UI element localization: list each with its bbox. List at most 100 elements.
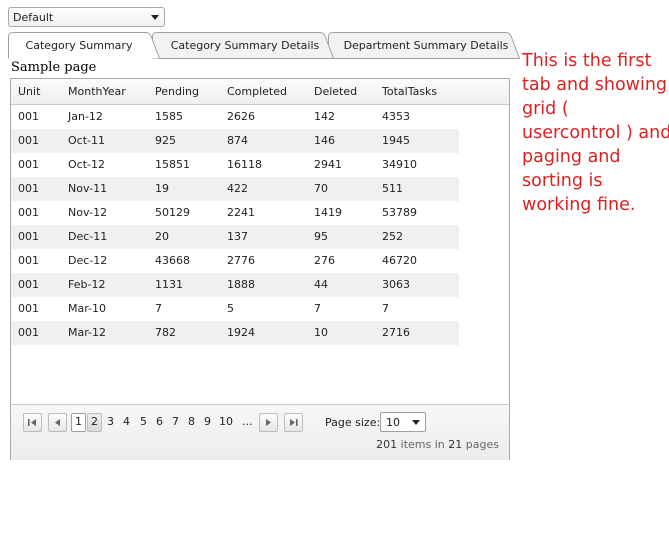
cell-completed: 874 <box>227 134 248 147</box>
prev-page-icon <box>55 419 60 426</box>
grid-header: Unit MonthYear Pending Completed Deleted… <box>11 79 509 105</box>
column-header-totaltasks[interactable]: TotalTasks <box>382 85 437 98</box>
cell-completed: 2626 <box>227 110 255 123</box>
page-number[interactable]: 2 <box>87 413 102 432</box>
prev-page-button[interactable] <box>48 413 67 432</box>
page-number[interactable]: 5 <box>140 415 147 428</box>
table-row[interactable]: 001 Feb-12 1131 1888 44 3063 <box>11 273 459 297</box>
cell-pending: 15851 <box>155 158 190 171</box>
column-header-deleted[interactable]: Deleted <box>314 85 357 98</box>
page-number-current[interactable]: 1 <box>71 413 86 432</box>
page-number[interactable]: 8 <box>188 415 195 428</box>
table-row[interactable]: 001 Nov-12 50129 2241 1419 53789 <box>11 201 459 225</box>
view-select[interactable]: Default <box>8 7 165 27</box>
page-size-select[interactable]: 10 <box>380 412 426 432</box>
next-page-icon <box>266 419 271 426</box>
tab-department-summary-details[interactable]: Department Summary Details <box>328 32 520 59</box>
page-size-label: Page size: <box>325 416 381 429</box>
tab-category-summary[interactable]: Category Summary <box>8 32 160 59</box>
next-page-button[interactable] <box>259 413 278 432</box>
chevron-down-icon <box>151 15 159 20</box>
table-row[interactable]: 001 Nov-11 19 422 70 511 <box>11 177 459 201</box>
page-number[interactable]: 9 <box>204 415 211 428</box>
cell-totaltasks: 46720 <box>382 254 417 267</box>
data-grid: Unit MonthYear Pending Completed Deleted… <box>10 78 510 460</box>
first-page-icon <box>28 419 36 426</box>
page-size-value: 10 <box>386 416 400 429</box>
cell-completed: 2776 <box>227 254 255 267</box>
table-row[interactable]: 001 Jan-12 1585 2626 142 4353 <box>11 105 459 129</box>
cell-totaltasks: 1945 <box>382 134 410 147</box>
cell-completed: 137 <box>227 230 248 243</box>
table-row[interactable]: 001 Mar-12 782 1924 10 2716 <box>11 321 459 345</box>
cell-completed: 1888 <box>227 278 255 291</box>
cell-completed: 1924 <box>227 326 255 339</box>
cell-monthyear: Dec-12 <box>68 254 108 267</box>
last-page-button[interactable] <box>284 413 303 432</box>
cell-unit: 001 <box>18 134 39 147</box>
cell-pending: 1131 <box>155 278 183 291</box>
tab-category-summary-details[interactable]: Category Summary Details <box>152 32 334 59</box>
cell-completed: 5 <box>227 302 234 315</box>
table-row[interactable]: 001 Dec-12 43668 2776 276 46720 <box>11 249 459 273</box>
table-row[interactable]: 001 Oct-11 925 874 146 1945 <box>11 129 459 153</box>
table-row[interactable]: 001 Oct-12 15851 16118 2941 34910 <box>11 153 459 177</box>
cell-deleted: 70 <box>314 182 328 195</box>
cell-unit: 001 <box>18 182 39 195</box>
column-header-completed[interactable]: Completed <box>227 85 287 98</box>
pager: 1 2 3 4 5 6 7 8 9 10 ... Page size: 10 2… <box>11 404 509 460</box>
page-number[interactable]: 10 <box>219 415 233 428</box>
cell-monthyear: Oct-12 <box>68 158 105 171</box>
cell-unit: 001 <box>18 110 39 123</box>
page-number[interactable]: 7 <box>172 415 179 428</box>
chevron-down-icon <box>412 420 420 425</box>
cell-monthyear: Jan-12 <box>68 110 103 123</box>
page-heading: Sample page <box>11 60 97 75</box>
cell-deleted: 95 <box>314 230 328 243</box>
tab-label: Category Summary Details <box>170 38 320 52</box>
cell-monthyear: Feb-12 <box>68 278 106 291</box>
view-select-value: Default <box>13 11 54 24</box>
first-page-button[interactable] <box>23 413 42 432</box>
tab-label: Category Summary <box>25 38 133 52</box>
table-row[interactable]: 001 Dec-11 20 137 95 252 <box>11 225 459 249</box>
pages-count: 21 <box>448 438 463 451</box>
page-number[interactable]: 3 <box>107 415 114 428</box>
cell-totaltasks: 252 <box>382 230 403 243</box>
table-row[interactable]: 001 Mar-10 7 5 7 7 <box>11 297 459 321</box>
column-header-pending[interactable]: Pending <box>155 85 199 98</box>
page-number[interactable]: 4 <box>123 415 130 428</box>
last-page-icon <box>290 419 298 426</box>
cell-completed: 16118 <box>227 158 262 171</box>
cell-monthyear: Mar-12 <box>68 326 107 339</box>
cell-totaltasks: 7 <box>382 302 389 315</box>
cell-monthyear: Mar-10 <box>68 302 107 315</box>
cell-unit: 001 <box>18 254 39 267</box>
cell-pending: 925 <box>155 134 176 147</box>
cell-totaltasks: 3063 <box>382 278 410 291</box>
pages-text: pages <box>465 438 499 451</box>
cell-unit: 001 <box>18 302 39 315</box>
cell-monthyear: Dec-11 <box>68 230 108 243</box>
page-ellipsis[interactable]: ... <box>242 415 253 428</box>
cell-deleted: 10 <box>314 326 328 339</box>
cell-deleted: 2941 <box>314 158 342 171</box>
cell-deleted: 276 <box>314 254 335 267</box>
cell-deleted: 1419 <box>314 206 342 219</box>
cell-monthyear: Oct-11 <box>68 134 105 147</box>
items-text: items in <box>400 438 445 451</box>
cell-totaltasks: 34910 <box>382 158 417 171</box>
cell-totaltasks: 4353 <box>382 110 410 123</box>
cell-unit: 001 <box>18 230 39 243</box>
page-number[interactable]: 6 <box>156 415 163 428</box>
cell-unit: 001 <box>18 206 39 219</box>
column-header-monthyear[interactable]: MonthYear <box>68 85 126 98</box>
column-header-unit[interactable]: Unit <box>18 85 40 98</box>
cell-totaltasks: 2716 <box>382 326 410 339</box>
cell-deleted: 146 <box>314 134 335 147</box>
cell-unit: 001 <box>18 326 39 339</box>
pager-info: 201 items in 21 pages <box>376 438 499 451</box>
cell-completed: 2241 <box>227 206 255 219</box>
tab-strip: Category Summary Category Summary Detail… <box>8 32 528 59</box>
cell-pending: 19 <box>155 182 169 195</box>
